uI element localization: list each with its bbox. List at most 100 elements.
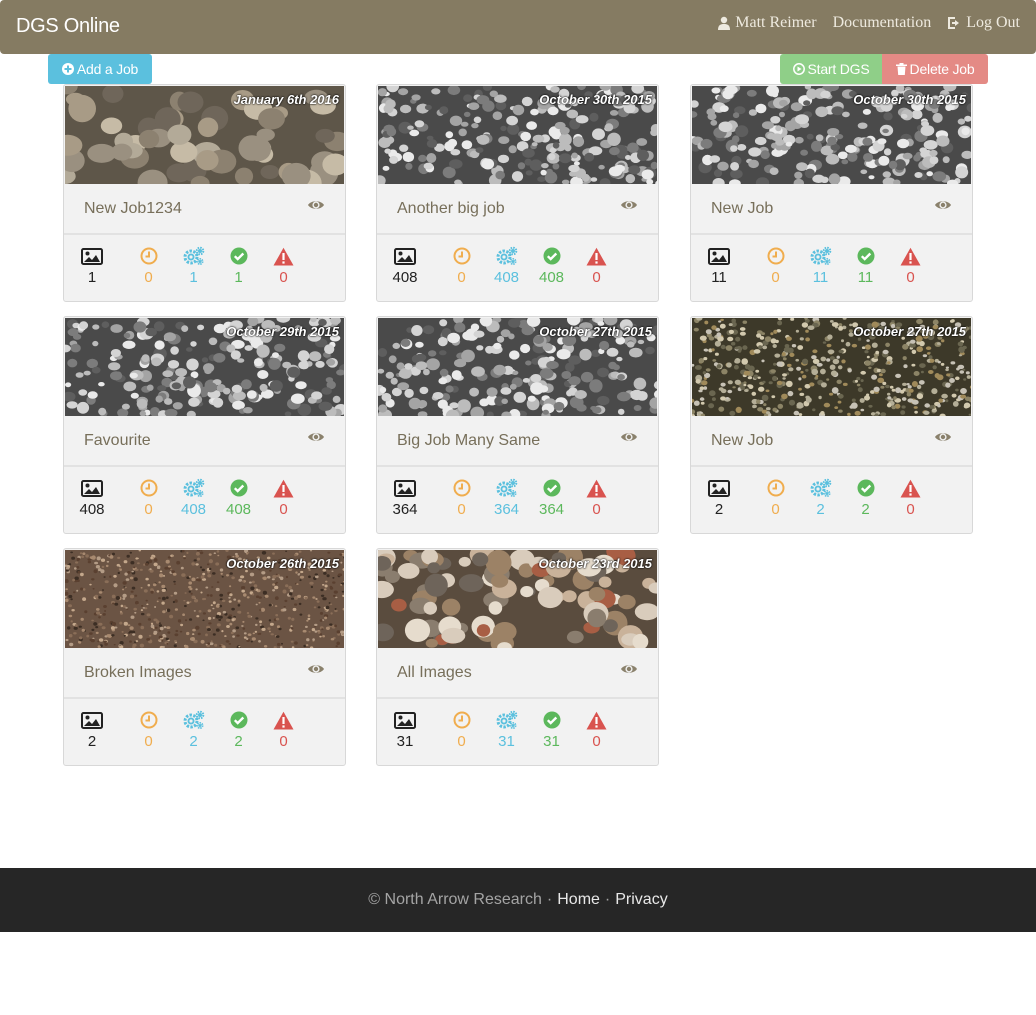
image-icon [708,478,730,498]
job-card[interactable]: January 6th 2016 New Job1234 1 0 1 1 0 [63,84,346,302]
job-date: October 26th 2015 [226,556,339,571]
user-link[interactable]: Matt Reimer [717,14,817,32]
stat-complete: 31 [529,710,574,750]
stat-complete: 11 [843,246,888,286]
job-date: January 6th 2016 [233,92,339,107]
footer-home-link[interactable]: Home [557,891,600,909]
warning-icon [900,246,921,266]
delete-job-button[interactable]: Delete Job [882,54,988,84]
job-card[interactable]: October 30th 2015 Another big job 408 0 408 4… [376,84,659,302]
footer-privacy-link[interactable]: Privacy [615,891,667,909]
eye-icon[interactable] [307,198,325,216]
job-title[interactable]: Broken Images [84,664,192,682]
processing-count: 408 [180,501,207,518]
job-title[interactable]: Another big job [397,200,505,218]
eye-icon[interactable] [620,198,638,216]
logout-icon [948,17,960,29]
logout-link[interactable]: Log Out [947,14,1020,32]
job-title[interactable]: Favourite [84,432,151,450]
warning-icon [586,710,607,730]
eye-icon[interactable] [307,662,325,680]
stat-complete: 1 [216,246,261,286]
clock-icon [453,710,471,730]
job-thumbnail[interactable]: October 26th 2015 [65,550,344,648]
error-count: 0 [906,269,915,286]
card-divider [377,233,658,235]
job-stats: 31 0 31 31 0 [394,710,619,750]
job-date: October 27th 2015 [539,324,652,339]
user-icon [718,16,731,30]
complete-count: 2 [861,501,870,518]
job-title[interactable]: New Job [711,200,773,218]
warning-icon [273,710,294,730]
cogs-icon [810,246,832,266]
warning-icon [900,478,921,498]
cogs-icon [183,478,205,498]
brand-title[interactable]: DGS Online [16,15,120,38]
stat-processing: 1 [171,246,216,286]
job-card[interactable]: October 27th 2015 New Job 2 0 2 2 0 [690,316,973,534]
eye-icon[interactable] [620,662,638,680]
complete-count: 408 [538,269,565,286]
job-thumbnail[interactable]: January 6th 2016 [65,86,344,184]
job-thumbnail[interactable]: October 30th 2015 [378,86,657,184]
eye-icon[interactable] [307,430,325,448]
job-card[interactable]: October 30th 2015 New Job 11 0 11 11 0 [690,84,973,302]
card-divider [64,465,345,467]
stat-processing: 31 [484,710,529,750]
warning-icon [586,478,607,498]
warning-icon [273,478,294,498]
job-thumbnail[interactable]: October 27th 2015 [378,318,657,416]
job-title[interactable]: New Job1234 [84,200,182,218]
add-job-button[interactable]: Add a Job [48,54,152,84]
complete-count: 2 [234,733,243,750]
start-dgs-label: Start DGS [807,61,870,77]
stat-pending: 0 [753,246,798,286]
stat-pending: 0 [126,478,171,518]
image-icon [81,710,103,730]
job-card[interactable]: October 23rd 2015 All Images 31 0 31 31 0 [376,548,659,766]
play-circle-icon [792,63,805,75]
job-card[interactable]: October 26th 2015 Broken Images 2 0 2 2 0 [63,548,346,766]
job-stats: 1 0 1 1 0 [81,246,306,286]
footer-copyright: © North Arrow Research [368,891,542,908]
processing-count: 1 [189,269,198,286]
stat-errors: 0 [888,478,933,518]
job-title[interactable]: Big Job Many Same [397,432,540,450]
stat-pending: 0 [439,710,484,750]
job-thumbnail[interactable]: October 29th 2015 [65,318,344,416]
job-stats: 2 0 2 2 0 [708,478,933,518]
eye-icon[interactable] [934,198,952,216]
eye-icon[interactable] [620,430,638,448]
job-card[interactable]: October 27th 2015 Big Job Many Same 364 0 36… [376,316,659,534]
job-title[interactable]: All Images [397,664,472,682]
complete-count: 11 [857,269,874,286]
check-circle-icon [857,246,875,266]
job-date: October 29th 2015 [226,324,339,339]
clock-icon [453,246,471,266]
card-divider [377,697,658,699]
clock-icon [140,710,158,730]
card-divider [691,233,972,235]
pending-count: 0 [457,501,466,518]
job-card[interactable]: October 29th 2015 Favourite 408 0 408 408 0 [63,316,346,534]
image-count: 408 [79,501,105,518]
stat-processing: 408 [171,478,216,518]
complete-count: 1 [234,269,243,286]
check-circle-icon [230,710,248,730]
job-thumbnail[interactable]: October 30th 2015 [692,86,971,184]
complete-count: 364 [538,501,565,518]
clock-icon [767,478,785,498]
image-count: 1 [87,269,97,286]
nav-right: Matt Reimer Documentation Log Out [717,14,1020,32]
documentation-link[interactable]: Documentation [833,14,932,32]
job-title[interactable]: New Job [711,432,773,450]
start-dgs-button[interactable]: Start DGS [780,54,882,84]
eye-icon[interactable] [934,430,952,448]
image-icon [81,246,103,266]
stat-complete: 2 [843,478,888,518]
job-thumbnail[interactable]: October 27th 2015 [692,318,971,416]
job-thumbnail[interactable]: October 23rd 2015 [378,550,657,648]
pending-count: 0 [457,269,466,286]
stat-errors: 0 [574,710,619,750]
